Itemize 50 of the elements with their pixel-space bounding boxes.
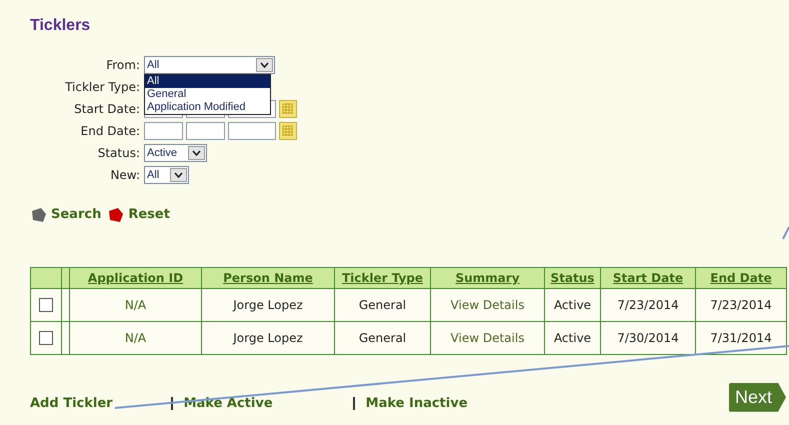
field-label: New: [109,167,140,184]
table-cell: Active [544,321,600,354]
column-sort-link[interactable]: Application ID [88,270,184,285]
next-button[interactable]: Next [728,382,786,412]
page-title: Ticklers [30,16,92,36]
action-link[interactable]: Reset [128,205,170,225]
column-sort-link[interactable]: Start Date [612,270,684,285]
shape-icon[interactable] [107,206,124,223]
dropdown[interactable]: All [144,56,275,74]
caret-icon [170,168,187,182]
date-field[interactable] [144,122,183,140]
dropdown-option[interactable]: General [145,88,270,102]
dropdown-option[interactable]: All [145,75,270,88]
column-sort-link[interactable]: Person Name [223,270,313,285]
field-label: From: [105,57,140,74]
caret-icon [188,146,205,160]
table-cell: 7/23/2014 [600,288,696,322]
table-cell: 7/31/2014 [696,321,786,354]
field-label: Tickler Type: [64,79,140,96]
dropdown-option[interactable]: Application Modified [145,101,270,114]
table-cell: N/A [70,321,202,354]
field-label: Status: [96,145,140,162]
date-field[interactable] [228,122,276,140]
column-sort-link[interactable]: Tickler Type [342,270,424,285]
dropdown[interactable]: Active [144,144,207,162]
dropdown[interactable]: All [144,166,189,184]
caret-icon [256,58,273,72]
shape-icon[interactable] [30,206,47,223]
calendar-icon[interactable] [279,122,297,140]
column-sort-link[interactable]: Status [550,270,594,285]
column-sort-link[interactable]: Summary [455,270,520,285]
leader-line [782,226,789,240]
row-checkbox[interactable] [39,331,53,346]
action-link[interactable]: Make Inactive [366,394,468,414]
table-cell: 7/30/2014 [600,321,696,354]
column-sort-link[interactable]: End Date [710,270,772,285]
table-cell: 7/23/2014 [696,288,786,322]
table-cell: Active [544,288,600,322]
table-cell: Jorge Lopez [202,321,334,354]
calendar-icon[interactable] [279,100,297,118]
table-cell: N/A [70,288,202,322]
table-cell: Jorge Lopez [202,288,334,322]
table-cell: General [334,288,430,322]
table-cell: General [334,321,430,354]
date-field[interactable] [186,122,225,140]
field-label: Start Date: [73,101,140,118]
action-link[interactable]: Add Tickler [30,394,113,414]
action-link[interactable]: Search [51,205,102,225]
row-checkbox[interactable] [39,298,53,312]
field-label: End Date: [80,123,140,140]
